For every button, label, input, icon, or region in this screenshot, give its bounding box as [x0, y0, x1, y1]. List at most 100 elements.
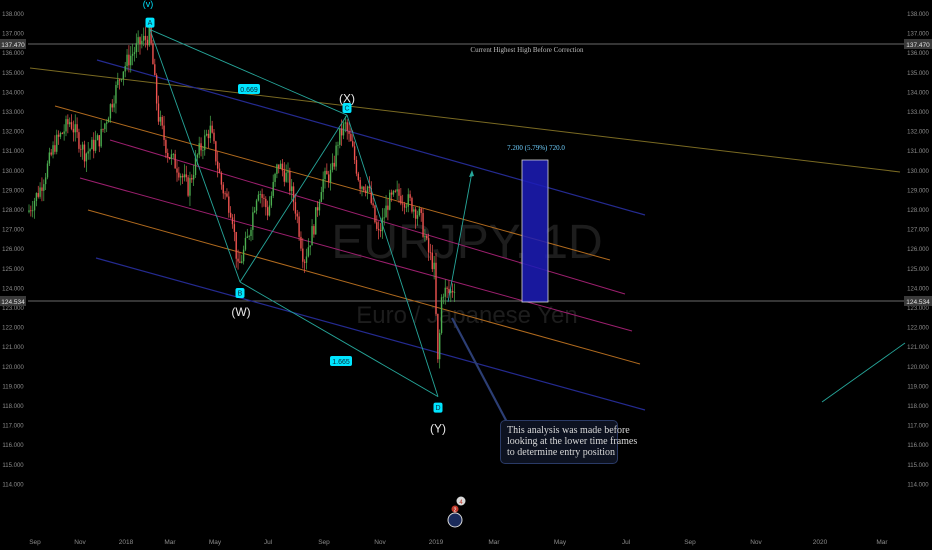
candle-body — [346, 122, 348, 131]
y-axis-right[interactable]: 138.000 137.000 136.000 135.000 134.000 133.0… — [907, 12, 929, 488]
y-tick-right: 136.000 — [907, 51, 929, 57]
candle-body — [109, 104, 112, 119]
y-tick-right: 120.000 — [907, 365, 929, 371]
y-tick-left: 138.000 — [2, 12, 24, 18]
target-box-label: 7.200 (5.79%) 720.0 — [507, 144, 565, 152]
chart-canvas[interactable]: EURJPY, 1D Euro / Japanese Yen Current H… — [0, 0, 932, 550]
candle-body — [265, 198, 267, 208]
candle-body — [409, 194, 411, 198]
candle-body — [331, 162, 334, 170]
wave-label: (Y) — [430, 422, 446, 436]
watermark-symbol: EURJPY, 1D — [331, 216, 602, 269]
candle-body — [167, 152, 169, 158]
candle-body — [366, 186, 369, 193]
candle-body — [72, 128, 75, 133]
y-axis-left[interactable]: 138.000 137.000 136.000 135.000 134.000 133.0… — [2, 12, 24, 488]
candle-body — [205, 133, 208, 136]
candle-body — [130, 55, 132, 66]
candle-body — [261, 194, 263, 198]
candle-body — [359, 180, 361, 189]
candle-body — [427, 238, 430, 253]
candle-body — [440, 297, 443, 334]
y-tick-right: 128.000 — [907, 208, 929, 214]
candle-body — [283, 170, 285, 182]
candle-body — [403, 204, 406, 208]
wave-line[interactable] — [149, 29, 348, 116]
y-tick-left: 129.000 — [2, 188, 24, 194]
candle-body — [289, 170, 291, 192]
y-tick-left: 123.000 — [2, 306, 24, 312]
candle-body — [355, 159, 358, 174]
candle-body — [242, 249, 245, 262]
y-tick-left: 116.000 — [2, 443, 24, 449]
event-badges[interactable]: 4 2 — [447, 496, 466, 528]
candle-body — [244, 237, 247, 250]
candle-body — [207, 133, 210, 139]
candle-body — [342, 123, 345, 136]
candle-body — [144, 35, 147, 40]
channel-line[interactable] — [821, 342, 906, 403]
candle-body — [96, 135, 99, 141]
y-tick-left: 134.000 — [2, 90, 24, 96]
candle-body — [307, 247, 310, 257]
x-tick: May — [209, 539, 222, 546]
candle-body — [37, 193, 39, 197]
y-tick-left: 135.000 — [2, 71, 24, 77]
candle-body — [385, 205, 387, 218]
candle-body — [372, 203, 374, 206]
candle-body — [433, 262, 435, 270]
candle-body — [333, 162, 335, 167]
x-tick: Mar — [164, 539, 176, 546]
left-high-tag-text: 137.470 — [1, 42, 25, 49]
candle-body — [248, 236, 250, 237]
x-axis[interactable]: Sep Nov 2018 Mar May Jul Sep Nov 2019 Mar May Jul Se… — [29, 539, 888, 546]
candle-body — [300, 236, 302, 249]
candle-body — [157, 103, 160, 122]
y-tick-right: 122.000 — [907, 326, 929, 332]
y-tick-right: 116.000 — [907, 443, 929, 449]
candle-body — [276, 164, 278, 174]
analysis-note[interactable]: This analysis was made before looking at… — [500, 420, 637, 464]
candle-body — [28, 210, 30, 213]
event-badge-circle[interactable] — [447, 512, 463, 528]
candle-body — [124, 65, 126, 72]
candle-body — [453, 291, 456, 293]
candle-body — [81, 144, 84, 150]
candle-body — [263, 197, 265, 199]
candle-body — [396, 189, 398, 192]
candle-body — [87, 151, 89, 154]
y-tick-left: 118.000 — [2, 404, 24, 410]
candle-body — [113, 103, 115, 108]
candle-body — [357, 173, 359, 181]
x-tick: 2018 — [119, 539, 134, 546]
candle-body — [298, 216, 300, 237]
projection-arrow-head — [469, 170, 474, 177]
candle-body — [131, 53, 134, 56]
candle-body — [57, 134, 60, 137]
candle-body — [222, 184, 224, 194]
candle-body — [183, 174, 186, 178]
candle-body — [326, 170, 328, 175]
candle-body — [135, 43, 137, 53]
target-box[interactable] — [521, 159, 549, 303]
candle-body — [350, 133, 352, 142]
candle-body — [122, 71, 125, 80]
candle-body — [48, 152, 51, 164]
candle-body — [218, 168, 221, 173]
x-tick: Nov — [74, 539, 86, 546]
channel-line[interactable] — [95, 257, 646, 411]
candle-body — [414, 209, 417, 219]
x-tick: Jul — [264, 539, 273, 546]
analysis-note-line-1: This analysis was made before — [507, 425, 630, 436]
candle-body — [198, 143, 200, 155]
candle-body — [379, 230, 382, 232]
x-tick: Mar — [488, 539, 500, 546]
candle-body — [228, 196, 230, 213]
candle-body — [141, 40, 143, 45]
candle-body — [161, 117, 163, 126]
candle-body — [50, 152, 52, 155]
y-tick-left: 122.000 — [2, 326, 24, 332]
candle-body — [287, 170, 289, 173]
y-tick-left: 137.000 — [2, 32, 24, 38]
candle-body — [294, 202, 297, 214]
